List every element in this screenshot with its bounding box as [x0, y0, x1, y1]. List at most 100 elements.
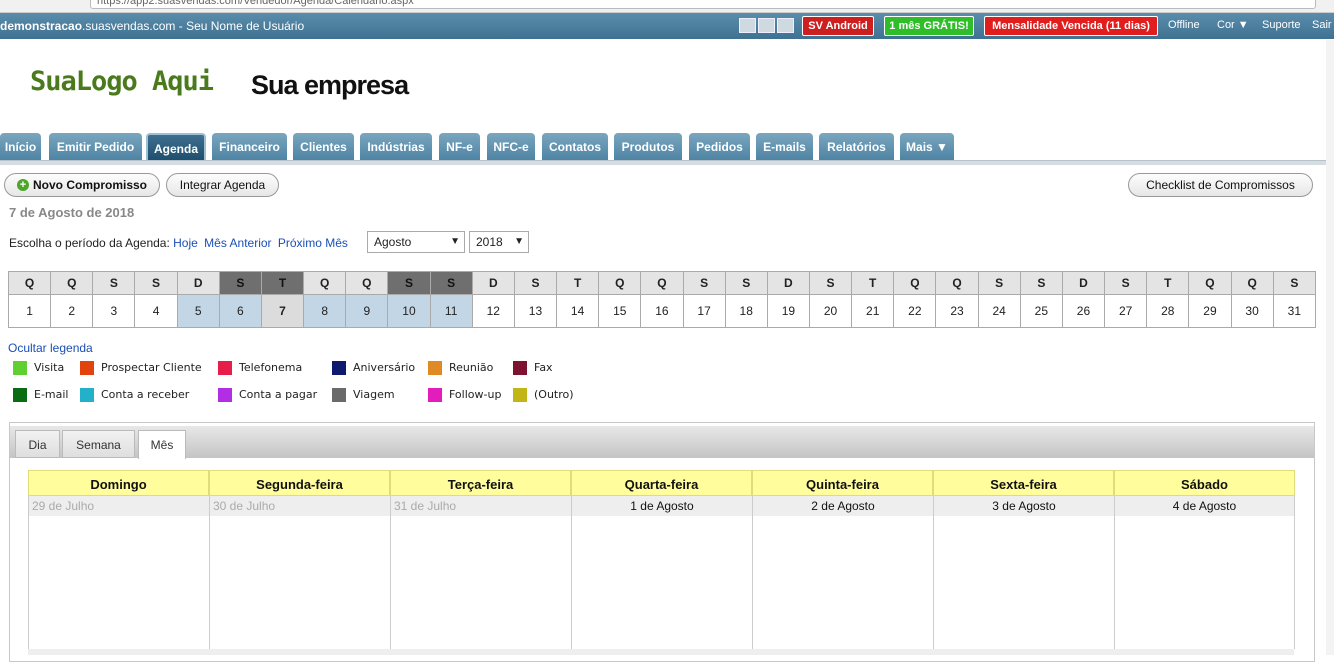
tab-12[interactable]: E-mails	[756, 133, 813, 160]
integrate-agenda-button[interactable]: Integrar Agenda	[166, 173, 279, 197]
tab-13[interactable]: Relatórios	[819, 133, 894, 160]
weekday-header: Quarta-feira	[571, 470, 752, 496]
day-cell[interactable]: 3	[92, 294, 136, 328]
day-cell[interactable]: 1	[7, 294, 52, 328]
company-logo: SuaLogo Aqui	[30, 66, 214, 97]
legend-swatch	[513, 361, 527, 375]
month-select[interactable]: Agosto ▼	[367, 231, 465, 253]
top-bar: demonstracao.suasvendas.com - Seu Nome d…	[0, 13, 1334, 39]
next-month-link[interactable]: Próximo Mês	[278, 236, 348, 250]
overdue-badge[interactable]: Mensalidade Vencida (11 dias)	[984, 16, 1158, 36]
day-cell[interactable]: 11	[429, 294, 473, 328]
weekday-letter: S	[808, 271, 853, 295]
previous-month-link[interactable]: Mês Anterior	[204, 236, 271, 250]
tab-1[interactable]: Início	[0, 133, 41, 160]
view-tab-week[interactable]: Semana	[62, 430, 135, 458]
day-cell[interactable]: 17	[682, 294, 726, 328]
weekday-letter: Q	[303, 271, 347, 295]
weekday-letter: Q	[893, 271, 937, 295]
calendar-day-label: 30 de Julho	[210, 496, 390, 516]
tab-6[interactable]: Indústrias	[360, 133, 432, 160]
calendar-day-cell[interactable]: 29 de Julho	[28, 496, 209, 649]
offline-link[interactable]: Offline	[1168, 19, 1200, 31]
logout-link[interactable]: Sair	[1312, 19, 1332, 31]
day-cell[interactable]: 26	[1061, 294, 1106, 328]
day-cell[interactable]: 16	[640, 294, 684, 328]
calendar-day-cell[interactable]: 2 de Agosto	[752, 496, 933, 649]
tab-7[interactable]: NF-e	[439, 133, 480, 160]
address-bar[interactable]: https://app2.suasvendas.com/Vendedor/Age…	[90, 0, 1316, 9]
tab-14[interactable]: Mais ▼	[900, 133, 954, 160]
today-link[interactable]: Hoje	[173, 236, 198, 250]
calendar-day-label: 1 de Agosto	[572, 496, 752, 516]
tab-10[interactable]: Produtos	[614, 133, 682, 160]
support-link[interactable]: Suporte	[1262, 19, 1301, 31]
legend-swatch	[80, 388, 94, 402]
tab-5[interactable]: Clientes	[293, 133, 354, 160]
day-cell[interactable]: 13	[513, 294, 558, 328]
new-appointment-button[interactable]: + Novo Compromisso	[4, 173, 160, 197]
page-scrollbar[interactable]	[1326, 40, 1334, 655]
day-cell[interactable]: 18	[724, 294, 768, 328]
calendar-day-label: 3 de Agosto	[934, 496, 1114, 516]
day-cell[interactable]: 2	[50, 294, 94, 328]
calendar-day-cell[interactable]: 31 de Julho	[390, 496, 571, 649]
layout-3-icon[interactable]	[777, 18, 794, 33]
weekday-letter: D	[471, 271, 515, 295]
day-cell[interactable]: 15	[598, 294, 642, 328]
weekday-letter: S	[682, 271, 726, 295]
day-cell[interactable]: 22	[893, 294, 937, 328]
view-tab-day[interactable]: Dia	[15, 430, 60, 458]
day-cell[interactable]: 30	[1230, 294, 1274, 328]
tab-2[interactable]: Emitir Pedido	[49, 133, 142, 160]
day-cell[interactable]: 8	[303, 294, 347, 328]
day-cell[interactable]: 6	[218, 294, 262, 328]
day-cell[interactable]: 31	[1272, 294, 1317, 328]
day-cell[interactable]: 23	[935, 294, 979, 328]
color-menu[interactable]: Cor ▼	[1217, 19, 1249, 31]
day-cell[interactable]: 27	[1104, 294, 1148, 328]
legend-item: Fax	[513, 361, 553, 375]
day-cell[interactable]: 25	[1019, 294, 1063, 328]
calendar-day-label: 29 de Julho	[29, 496, 209, 516]
weekday-letter: D	[176, 271, 220, 295]
day-cell[interactable]: 28	[1146, 294, 1190, 328]
day-cell[interactable]: 7	[260, 294, 305, 328]
legend-item: Aniversário	[332, 361, 415, 375]
legend-label: Reunião	[449, 361, 494, 374]
legend-swatch	[428, 361, 442, 375]
day-cell[interactable]: 12	[471, 294, 515, 328]
calendar-day-cell[interactable]: 3 de Agosto	[933, 496, 1114, 649]
tab-3[interactable]: Agenda	[146, 133, 206, 160]
hide-legend-link[interactable]: Ocultar legenda	[8, 341, 93, 355]
browser-address-strip: https://app2.suasvendas.com/Vendedor/Age…	[0, 0, 1334, 13]
layout-1-icon[interactable]	[739, 18, 756, 33]
day-cell[interactable]: 4	[134, 294, 178, 328]
sv-android-badge[interactable]: SV Android	[802, 16, 874, 36]
legend-swatch	[513, 388, 527, 402]
calendar-day-cell[interactable]: 30 de Julho	[209, 496, 390, 649]
calendar-day-cell[interactable]: 1 de Agosto	[571, 496, 752, 649]
calendar-day-cell[interactable]: 4 de Agosto	[1114, 496, 1295, 649]
day-cell[interactable]: 19	[766, 294, 810, 328]
tab-8[interactable]: NFC-e	[487, 133, 535, 160]
checklist-button[interactable]: Checklist de Compromissos	[1128, 173, 1313, 197]
day-cell[interactable]: 21	[851, 294, 895, 328]
day-cell[interactable]: 14	[556, 294, 600, 328]
free-month-badge[interactable]: 1 mês GRÁTIS!	[884, 16, 974, 36]
chevron-down-icon: ▼	[450, 236, 460, 247]
view-tab-month[interactable]: Mês	[138, 430, 186, 459]
tab-11[interactable]: Pedidos	[689, 133, 750, 160]
day-cell[interactable]: 10	[387, 294, 431, 328]
day-cell[interactable]: 29	[1188, 294, 1232, 328]
day-cell[interactable]: 5	[176, 294, 220, 328]
year-select[interactable]: 2018 ▼	[469, 231, 529, 253]
day-cell[interactable]: 20	[808, 294, 853, 328]
weekday-header: Sexta-feira	[933, 470, 1114, 496]
tab-9[interactable]: Contatos	[542, 133, 608, 160]
day-cell[interactable]: 9	[345, 294, 389, 328]
layout-2-icon[interactable]	[758, 18, 775, 33]
legend-label: Prospectar Cliente	[101, 361, 202, 374]
day-cell[interactable]: 24	[977, 294, 1021, 328]
tab-4[interactable]: Financeiro	[212, 133, 287, 160]
